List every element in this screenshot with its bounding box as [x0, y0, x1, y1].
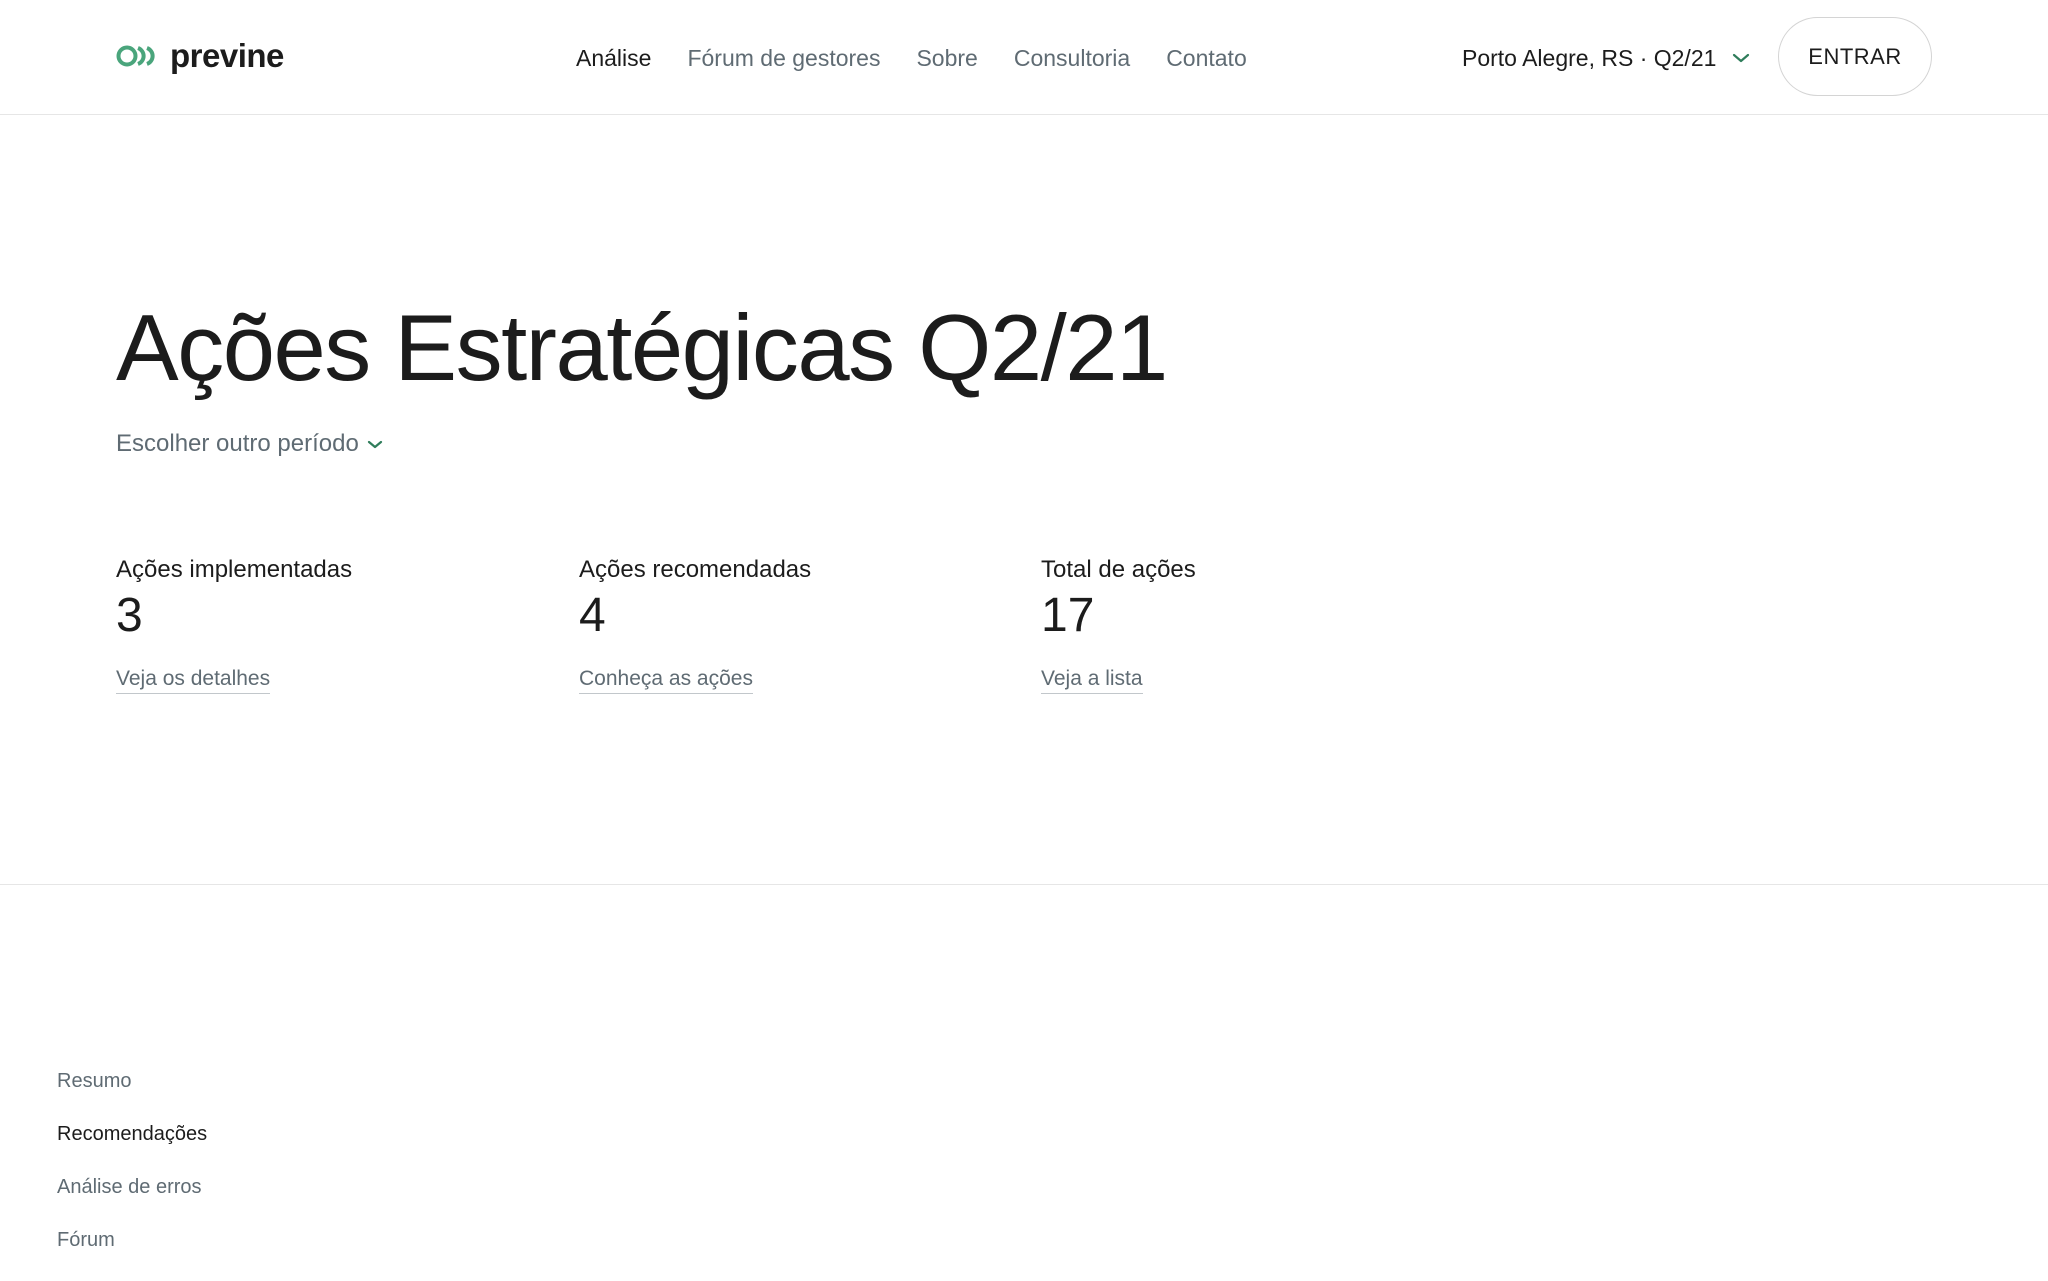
- login-button[interactable]: ENTRAR: [1778, 17, 1932, 96]
- main-nav: Análise Fórum de gestores Sobre Consulto…: [576, 40, 1247, 76]
- previne-logo[interactable]: previne: [116, 34, 284, 78]
- page-title: Ações Estratégicas Q2/21: [116, 295, 1168, 400]
- period-selector[interactable]: Escolher outro período: [116, 430, 383, 458]
- stat-value: 17: [1041, 589, 1095, 642]
- section-nav-analise-de-erros[interactable]: Análise de erros: [57, 1174, 207, 1200]
- stat-value: 3: [116, 589, 143, 642]
- section-nav-resumo[interactable]: Resumo: [57, 1068, 207, 1094]
- stat-value: 4: [579, 589, 606, 642]
- stat-actions-link[interactable]: Conheça as ações: [579, 667, 753, 694]
- location-label: Porto Alegre, RS · Q2/21: [1462, 44, 1717, 71]
- logo-text: previne: [170, 37, 284, 74]
- stat-label: Ações implementadas: [116, 556, 353, 583]
- stat-implemented-actions: Ações implementadas 3 Veja os detalhes: [116, 556, 352, 694]
- section-divider: [0, 884, 2048, 885]
- period-selector-label: Escolher outro período: [116, 430, 359, 457]
- chevron-down-icon: [1733, 53, 1750, 63]
- nav-sobre[interactable]: Sobre: [916, 45, 977, 72]
- nav-analise[interactable]: Análise: [576, 45, 651, 72]
- nav-forum-de-gestores[interactable]: Fórum de gestores: [687, 45, 880, 72]
- section-nav-recomendacoes[interactable]: Recomendações: [57, 1121, 207, 1147]
- chevron-down-icon: [367, 440, 382, 448]
- nav-consultoria[interactable]: Consultoria: [1014, 45, 1130, 72]
- logo-mark-icon: [116, 45, 155, 67]
- nav-contato[interactable]: Contato: [1166, 45, 1247, 72]
- top-header: previne Análise Fórum de gestores Sobre …: [0, 0, 2048, 115]
- location-selector[interactable]: Porto Alegre, RS · Q2/21: [1462, 40, 1750, 76]
- stat-list-link[interactable]: Veja a lista: [1041, 667, 1143, 694]
- stat-label: Total de ações: [1041, 556, 1196, 583]
- stat-label: Ações recomendadas: [579, 556, 812, 583]
- section-nav: Resumo Recomendações Análise de erros Fó…: [57, 1068, 207, 1253]
- section-nav-forum[interactable]: Fórum: [57, 1227, 207, 1253]
- stat-total-actions: Total de ações 17 Veja a lista: [1041, 556, 1196, 694]
- stat-recommended-actions: Ações recomendadas 4 Conheça as ações: [579, 556, 811, 694]
- stat-details-link[interactable]: Veja os detalhes: [116, 667, 271, 694]
